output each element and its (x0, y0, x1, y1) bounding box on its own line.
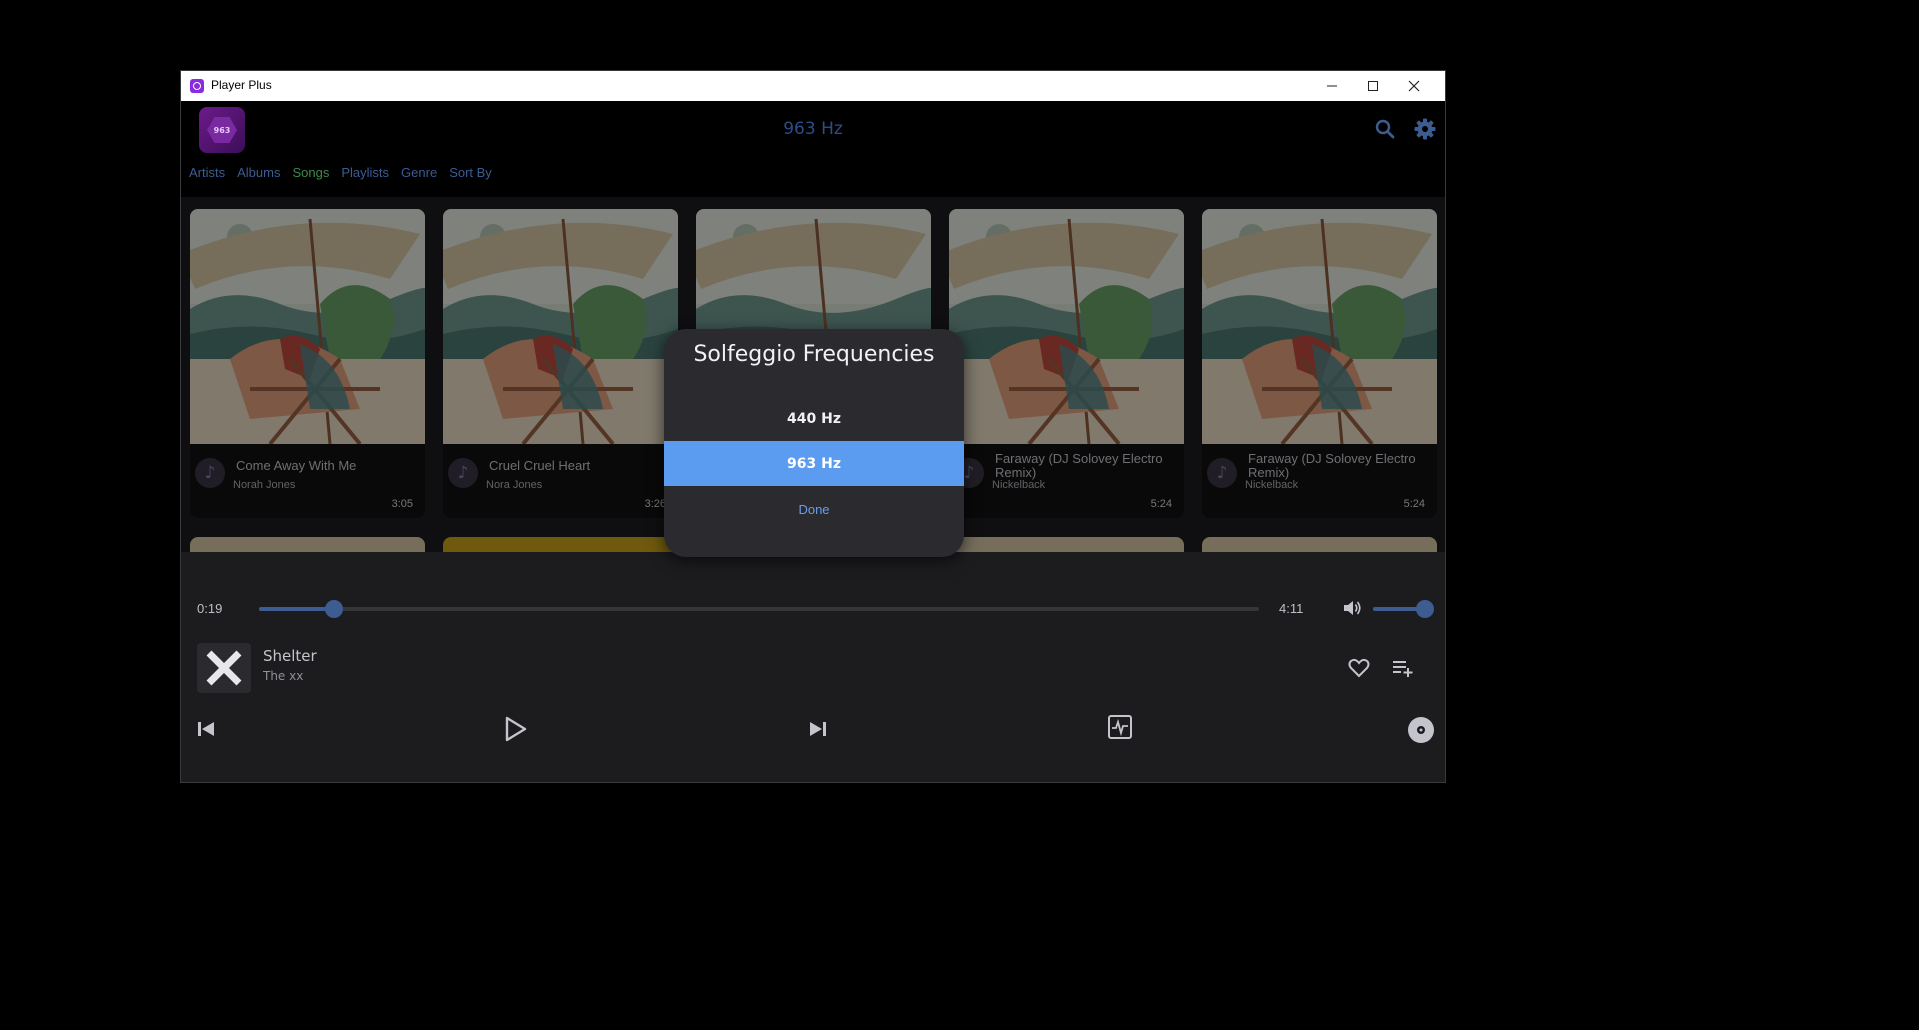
close-icon (1408, 80, 1420, 92)
gear-icon (1414, 118, 1436, 140)
settings-button[interactable] (1413, 117, 1437, 141)
dialog-title: Solfeggio Frequencies (693, 342, 935, 367)
no-artwork-icon (206, 650, 242, 686)
maximize-icon (1368, 81, 1378, 91)
done-button[interactable]: Done (664, 502, 964, 517)
nav-albums[interactable]: Albums (237, 165, 280, 180)
nav-genre[interactable]: Genre (401, 165, 437, 180)
volume-slider[interactable] (1373, 600, 1434, 618)
elapsed-time: 0:19 (197, 601, 223, 616)
volume-handle[interactable] (1416, 600, 1434, 618)
solfeggio-dialog: Solfeggio Frequencies 440 Hz 963 Hz Done (664, 329, 964, 557)
now-playing-artist: The xx (263, 669, 304, 683)
frequency-title: 963 Hz (783, 119, 843, 139)
app-icon (190, 79, 204, 93)
volume-icon (1344, 601, 1361, 615)
minimize-button[interactable] (1309, 71, 1355, 101)
nav-songs[interactable]: Songs (292, 165, 329, 180)
previous-icon (198, 722, 214, 736)
option-440-hz[interactable]: 440 Hz (664, 396, 964, 441)
add-to-playlist-button[interactable] (1391, 657, 1415, 683)
maximize-button[interactable] (1350, 71, 1396, 101)
close-button[interactable] (1391, 71, 1437, 101)
now-playing-art (197, 643, 251, 693)
next-button[interactable] (807, 718, 829, 744)
search-icon (1375, 119, 1395, 139)
option-963-hz[interactable]: 963 Hz (664, 441, 964, 486)
next-icon (810, 722, 826, 736)
search-button[interactable] (1373, 117, 1397, 141)
visualizer-button[interactable] (1107, 714, 1133, 744)
visualizer-icon (1108, 715, 1132, 739)
play-icon (505, 716, 527, 742)
player-bar: 0:19 4:11 Shelter The xx (181, 583, 1445, 782)
favorite-button[interactable] (1347, 657, 1371, 683)
volume-button[interactable] (1341, 597, 1363, 623)
disc-icon (1408, 717, 1434, 743)
app-window: Player Plus 963 963 Hz Artists Albums So… (180, 70, 1446, 783)
play-button[interactable] (501, 715, 529, 747)
nav-sort-by[interactable]: Sort By (449, 165, 492, 180)
add-to-playlist-icon (1393, 661, 1413, 677)
nav-artists[interactable]: Artists (189, 165, 225, 180)
category-nav: Artists Albums Songs Playlists Genre Sor… (189, 165, 492, 180)
now-playing-title: Shelter (263, 647, 317, 665)
nav-playlists[interactable]: Playlists (341, 165, 389, 180)
heart-icon (1348, 658, 1370, 678)
seek-slider[interactable] (259, 600, 1259, 618)
total-time: 4:11 (1279, 601, 1304, 616)
seek-handle[interactable] (325, 600, 343, 618)
previous-button[interactable] (195, 718, 217, 744)
window-title: Player Plus (211, 78, 272, 92)
seek-progress (259, 607, 334, 611)
title-bar: Player Plus (181, 71, 1445, 101)
minimize-icon (1327, 85, 1337, 87)
disc-button[interactable] (1407, 716, 1435, 748)
